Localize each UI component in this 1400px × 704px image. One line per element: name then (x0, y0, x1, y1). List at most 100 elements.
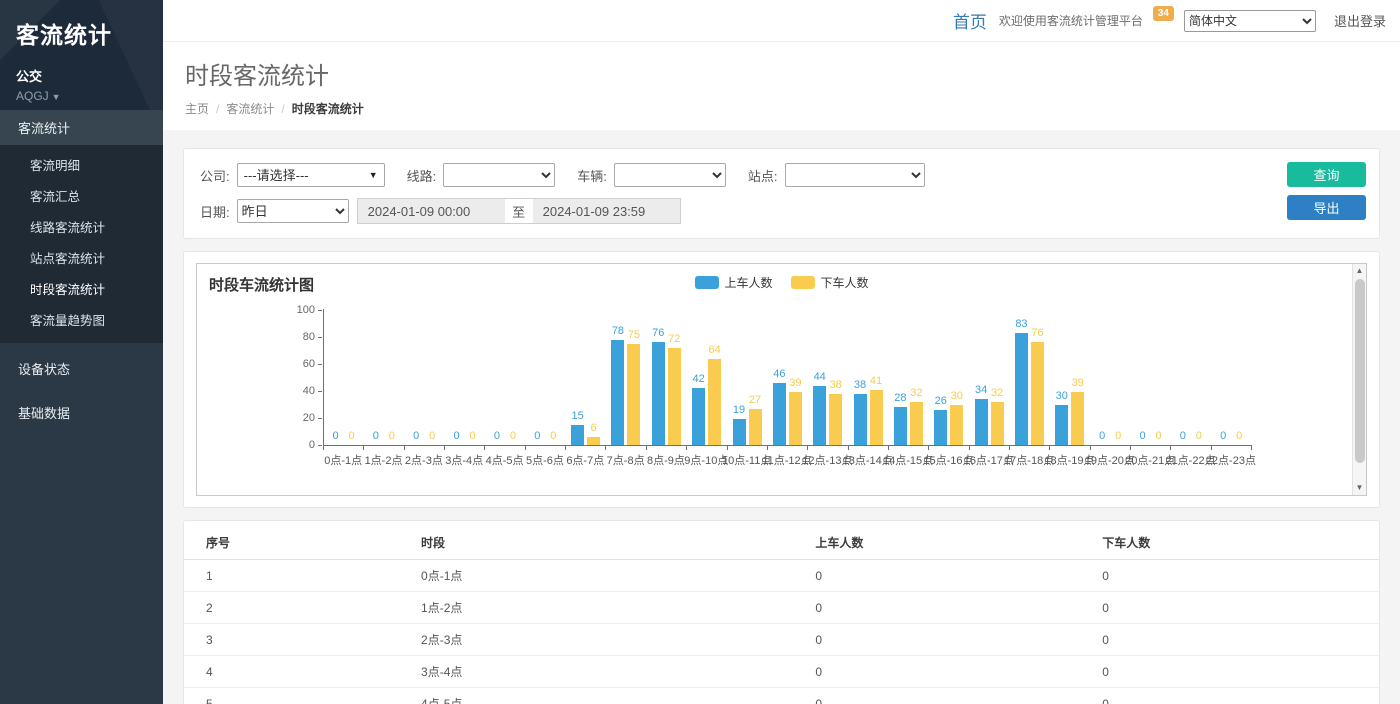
org-code-label: AQGJ (16, 89, 49, 103)
table-cell: 0 (805, 624, 1092, 656)
date-to-label: 至 (505, 198, 533, 224)
bar-alighting (870, 390, 883, 445)
y-axis-tick (318, 364, 322, 365)
bar-value-alighting: 32 (982, 387, 1012, 399)
x-axis-category-label: 2点-3点 (405, 452, 443, 468)
x-axis-category-label: 1点-2点 (365, 452, 403, 468)
export-button[interactable]: 导出 (1287, 195, 1366, 220)
bar-alighting (587, 437, 600, 445)
x-axis-tick (444, 446, 445, 450)
bar-boarding (773, 383, 786, 445)
x-axis-tick (1090, 446, 1091, 450)
scroll-down-icon[interactable]: ▼ (1356, 481, 1364, 495)
logout-link[interactable]: 退出登录 (1334, 11, 1386, 30)
language-select[interactable]: 简体中文 (1184, 10, 1316, 32)
notification-badge[interactable]: 34 (1153, 6, 1174, 21)
x-axis-tick (525, 446, 526, 450)
x-axis-tick (727, 446, 728, 450)
date-end-input[interactable] (533, 198, 681, 224)
table-cell: 4 (184, 656, 411, 688)
sidebar-submenu: 客流明细客流汇总线路客流统计站点客流统计时段客流统计客流量趋势图 (0, 145, 163, 343)
sidebar-item-section[interactable]: 基础数据 (0, 393, 163, 431)
query-button[interactable]: 查询 (1287, 162, 1366, 187)
bar-alighting (708, 359, 721, 445)
legend-item[interactable]: 上车人数 (694, 274, 772, 291)
sidebar-item-sub[interactable]: 客流明细 (0, 149, 163, 180)
caret-down-icon: ▼ (52, 92, 61, 102)
date-label: 日期: (200, 202, 230, 221)
y-axis-tick (318, 445, 322, 446)
chart-panel: 时段车流统计图 上车人数下车人数 020406080100000点-1点001点… (183, 251, 1380, 508)
sidebar-item-section[interactable]: 设备状态 (0, 349, 163, 387)
date-start-input[interactable] (357, 198, 505, 224)
chart-legend: 上车人数 下车人数 (694, 274, 868, 291)
bar-alighting (950, 405, 963, 446)
bar-boarding (813, 386, 826, 445)
table-body: 10点-1点0021点-2点0032点-3点0043点-4点0054点-5点00… (184, 560, 1379, 704)
table-row: 32点-3点00 (184, 624, 1379, 656)
sidebar-item-sub[interactable]: 客流汇总 (0, 180, 163, 211)
bar-value-alighting: 0 (538, 430, 568, 442)
bar-value-alighting: 6 (579, 422, 609, 434)
x-axis-tick (1049, 446, 1050, 450)
bar-value-boarding: 19 (724, 404, 754, 416)
x-axis-category-label: 5点-6点 (526, 452, 564, 468)
station-label: 站点: (748, 166, 778, 185)
legend-swatch-icon (791, 276, 815, 289)
x-axis-tick (767, 446, 768, 450)
table-cell: 1点-2点 (411, 592, 805, 624)
x-axis-category-label: 22点-23点 (1206, 452, 1256, 468)
x-axis-tick (969, 446, 970, 450)
breadcrumb: 主页/客流统计/时段客流统计 (185, 100, 1378, 117)
sidebar-item-current[interactable]: 时段客流统计 (0, 273, 163, 304)
table-cell: 3 (184, 624, 411, 656)
scroll-up-icon[interactable]: ▲ (1356, 264, 1364, 278)
x-axis-category-label: 8点-9点 (647, 452, 685, 468)
x-axis-tick (484, 446, 485, 450)
x-axis-tick (888, 446, 889, 450)
vehicle-select[interactable] (614, 163, 726, 187)
y-axis-tick (318, 337, 322, 338)
bar-boarding (894, 407, 907, 445)
line-select[interactable] (443, 163, 555, 187)
y-axis-tick-label: 20 (285, 412, 315, 424)
sidebar-item-sub[interactable]: 客流量趋势图 (0, 304, 163, 335)
line-label: 线路: (407, 166, 437, 185)
table-cell: 0 (805, 592, 1092, 624)
x-axis-category-label: 3点-4点 (445, 452, 483, 468)
breadcrumb-parent[interactable]: 客流统计 (226, 102, 274, 116)
bar-value-boarding: 15 (563, 410, 593, 422)
chart-scrollbar[interactable]: ▲ ▼ (1352, 264, 1366, 495)
bar-alighting (627, 344, 640, 445)
bar-boarding (854, 394, 867, 445)
bar-value-boarding: 30 (1047, 390, 1077, 402)
sidebar-item-passenger-stats[interactable]: 客流统计 (0, 110, 163, 145)
company-select[interactable]: ---请选择--- (237, 163, 385, 187)
scrollbar-thumb[interactable] (1355, 279, 1365, 463)
x-axis-tick (686, 446, 687, 450)
breadcrumb-home[interactable]: 主页 (185, 102, 209, 116)
welcome-text: 欢迎使用客流统计管理平台 (999, 12, 1143, 29)
page-title: 时段客流统计 (185, 56, 1378, 91)
org-code-dropdown[interactable]: AQGJ▼ (16, 89, 147, 103)
x-axis-tick (928, 446, 929, 450)
sidebar-item-sub[interactable]: 站点客流统计 (0, 242, 163, 273)
legend-item[interactable]: 下车人数 (791, 274, 869, 291)
date-preset-select[interactable]: 昨日 (237, 199, 349, 223)
hourly-flow-table: 序号时段上车人数下车人数 10点-1点0021点-2点0032点-3点0043点… (184, 525, 1379, 704)
table-cell: 4点-5点 (411, 688, 805, 704)
table-cell: 2 (184, 592, 411, 624)
x-axis-tick (323, 446, 324, 450)
breadcrumb-separator: / (281, 102, 284, 116)
y-axis-tick (318, 310, 322, 311)
table-cell: 0 (805, 688, 1092, 704)
station-select[interactable] (785, 163, 925, 187)
sidebar-other-menu: 设备状态基础数据 (0, 349, 163, 431)
sidebar-item-sub[interactable]: 线路客流统计 (0, 211, 163, 242)
y-axis-tick (318, 391, 322, 392)
x-axis-tick (565, 446, 566, 450)
page-header: 时段客流统计 主页/客流统计/时段客流统计 (163, 42, 1400, 130)
home-link[interactable]: 首页 (953, 8, 987, 33)
table-cell: 0点-1点 (411, 560, 805, 592)
x-axis-category-label: 0点-1点 (324, 452, 362, 468)
